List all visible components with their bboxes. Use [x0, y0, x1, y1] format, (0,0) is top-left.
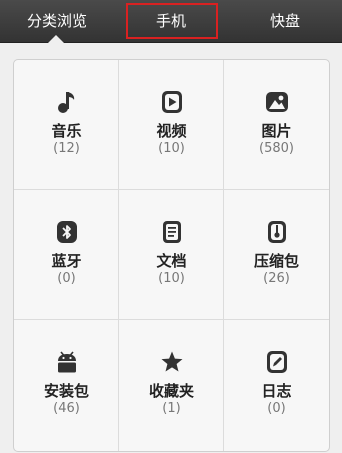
category-grid: 音乐 (12) 视频 (10) 图片 (580) 蓝牙 (0) 文档 (10) …	[14, 60, 329, 451]
category-logs-count: (0)	[267, 401, 286, 416]
category-archives-count: (26)	[263, 271, 290, 286]
category-apk-count: (46)	[53, 401, 80, 416]
category-images[interactable]: 图片 (580)	[224, 60, 329, 190]
category-archives[interactable]: 压缩包 (26)	[224, 190, 329, 320]
category-bluetooth-count: (0)	[57, 271, 76, 286]
grid-divider	[223, 60, 224, 451]
active-tab-pointer	[48, 35, 64, 43]
tab-phone-highlight-frame	[126, 3, 218, 39]
category-logs-label: 日志	[261, 382, 292, 400]
category-documents-label: 文档	[156, 252, 187, 270]
android-package-icon	[58, 351, 76, 373]
video-play-icon	[162, 91, 182, 113]
category-panel: 音乐 (12) 视频 (10) 图片 (580) 蓝牙 (0) 文档 (10) …	[13, 59, 330, 452]
category-images-label: 图片	[261, 122, 292, 140]
category-video-label: 视频	[156, 122, 187, 140]
grid-divider	[118, 60, 119, 451]
grid-divider	[14, 319, 329, 320]
category-images-count: (580)	[259, 141, 294, 156]
category-favorites-label: 收藏夹	[148, 382, 194, 400]
category-bluetooth-label: 蓝牙	[51, 252, 82, 270]
category-favorites[interactable]: 收藏夹 (1)	[119, 320, 224, 450]
tab-category-browse-label: 分类浏览	[26, 12, 87, 30]
category-favorites-count: (1)	[162, 401, 181, 416]
category-video[interactable]: 视频 (10)	[119, 60, 224, 190]
tab-kuaipan-label: 快盘	[269, 12, 300, 30]
category-documents-count: (10)	[158, 271, 185, 286]
image-icon	[266, 92, 288, 112]
category-music-label: 音乐	[51, 122, 82, 140]
star-icon	[161, 351, 183, 372]
category-bluetooth[interactable]: 蓝牙 (0)	[14, 190, 119, 320]
category-archives-label: 压缩包	[253, 252, 299, 270]
tab-phone[interactable]: 手机	[114, 0, 228, 42]
category-apk[interactable]: 安装包 (46)	[14, 320, 119, 450]
tab-category-browse[interactable]: 分类浏览	[0, 0, 114, 43]
bluetooth-icon	[57, 221, 77, 243]
tab-kuaipan[interactable]: 快盘	[228, 0, 342, 42]
category-music-count: (12)	[53, 141, 80, 156]
category-music[interactable]: 音乐 (12)	[14, 60, 119, 190]
category-logs[interactable]: 日志 (0)	[224, 320, 329, 450]
music-note-icon	[58, 92, 75, 113]
category-apk-label: 安装包	[43, 382, 89, 400]
grid-divider	[14, 189, 329, 190]
category-video-count: (10)	[158, 141, 185, 156]
category-documents[interactable]: 文档 (10)	[119, 190, 224, 320]
top-tab-bar: 分类浏览 手机 快盘	[0, 0, 342, 43]
zip-archive-icon	[268, 221, 286, 243]
log-edit-icon	[267, 351, 287, 373]
document-icon	[163, 221, 181, 243]
